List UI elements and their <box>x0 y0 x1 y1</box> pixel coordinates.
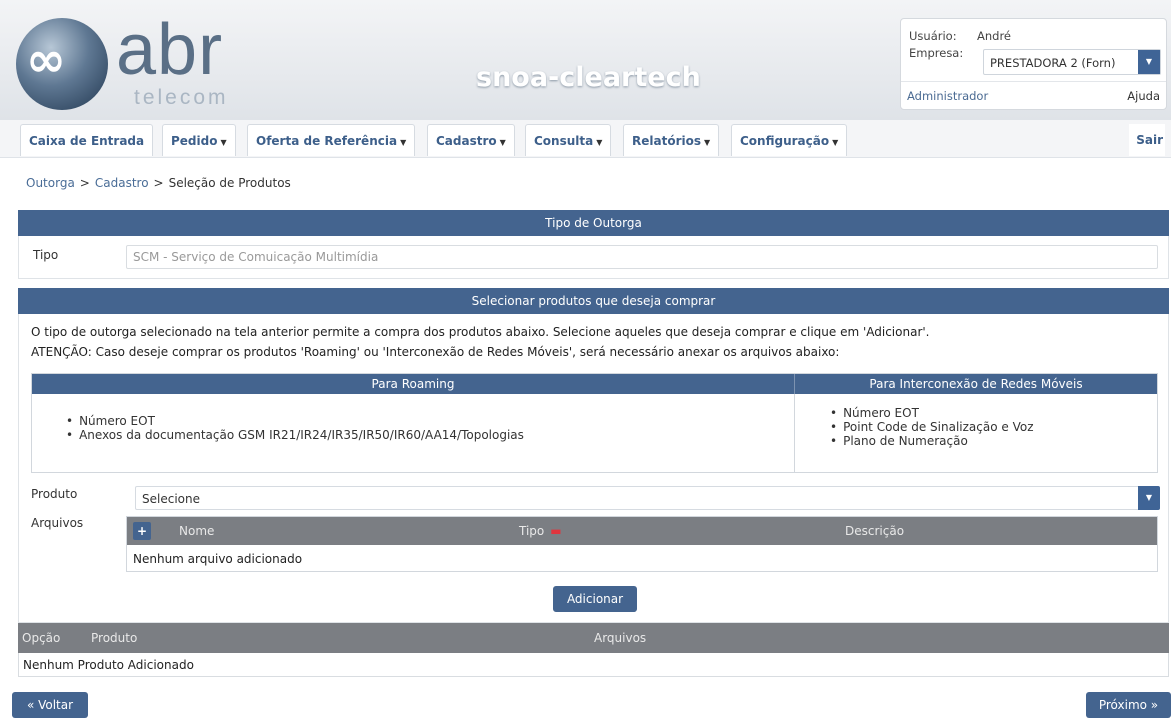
caret-down-icon: ▼ <box>400 138 407 147</box>
infinity-logo-icon: ∞ <box>26 32 66 88</box>
produto-label: Produto <box>31 487 78 501</box>
nav-caixa-de-entrada[interactable]: Caixa de Entrada <box>20 124 154 156</box>
column-tipo: Tipo ▬ <box>519 524 562 538</box>
selecionar-produtos-header: Selecionar produtos que deseja comprar <box>18 288 1169 314</box>
logout-link[interactable]: Sair <box>1129 124 1165 156</box>
requirements-table: Para Roaming Para Interconexão de Redes … <box>31 373 1158 473</box>
breadcrumb-separator: > <box>79 176 90 190</box>
breadcrumb-current: Seleção de Produtos <box>168 176 291 190</box>
breadcrumb-separator: > <box>153 176 164 190</box>
company-label: Empresa: <box>909 46 964 60</box>
main-nav: Caixa de Entrada Pedido ▼ Oferta de Refer… <box>0 120 1171 158</box>
nav-label: Caixa de Entrada <box>29 134 145 148</box>
list-item: Número EOT <box>66 414 524 428</box>
list-item: Point Code de Sinalização e Voz <box>830 420 1033 434</box>
files-empty-message: Nenhum arquivo adicionado <box>133 552 303 566</box>
caret-down-icon: ▼ <box>704 138 711 147</box>
nav-label: Oferta de Referência <box>256 134 398 148</box>
produto-select[interactable]: Selecione ▼ <box>135 486 1160 510</box>
company-select[interactable]: PRESTADORA 2 (Forn) ▼ <box>983 49 1161 75</box>
add-product-button[interactable]: Adicionar <box>553 586 637 612</box>
app-title: snoa-cleartech <box>476 62 701 93</box>
next-button[interactable]: Próximo » <box>1086 692 1171 718</box>
warning-text: ATENÇÃO: Caso deseje comprar os produtos… <box>31 345 840 359</box>
selecionar-produtos-panel: O tipo de outorga selecionado na tela an… <box>18 314 1169 623</box>
app-header: ∞ abr telecom snoa-cleartech Usuário: An… <box>0 0 1171 120</box>
tipo-outorga-header: Tipo de Outorga <box>18 210 1169 236</box>
nav-label: Cadastro <box>436 134 497 148</box>
instruction-text: O tipo de outorga selecionado na tela an… <box>31 325 930 339</box>
nav-label: Relatórios <box>632 134 701 148</box>
nav-label: Configuração <box>740 134 830 148</box>
tipo-outorga-panel: Tipo SCM - Serviço de Comuicação Multimí… <box>18 236 1169 279</box>
list-item: Número EOT <box>830 406 1034 420</box>
user-name: André <box>977 29 1012 43</box>
breadcrumb-cadastro[interactable]: Cadastro <box>95 176 149 190</box>
interconexao-header: Para Interconexão de Redes Móveis <box>794 374 1157 394</box>
files-table-header: + Nome Tipo ▬ Descrição <box>127 517 1157 545</box>
nav-consulta[interactable]: Consulta ▼ <box>525 124 612 156</box>
required-marker-icon: ▬ <box>550 524 562 538</box>
caret-down-icon: ▼ <box>596 138 603 147</box>
nav-relatorios[interactable]: Relatórios ▼ <box>623 124 720 156</box>
list-item: Anexos da documentação GSM IR21/IR24/IR3… <box>66 428 524 442</box>
nav-cadastro[interactable]: Cadastro ▼ <box>427 124 515 156</box>
column-divider <box>794 394 795 472</box>
logo-name: abr <box>116 10 224 90</box>
user-info-box: Usuário: André Empresa: PRESTADORA 2 (Fo… <box>900 18 1167 110</box>
interconexao-list: Número EOT Point Code de Sinalização e V… <box>830 406 1034 448</box>
roaming-header: Para Roaming <box>32 374 794 394</box>
user-label: Usuário: <box>909 29 957 43</box>
tipo-field: SCM - Serviço de Comuicação Multimídia <box>126 245 1158 269</box>
roaming-list: Número EOT Anexos da documentação GSM IR… <box>66 414 524 442</box>
column-nome: Nome <box>179 524 215 538</box>
list-item: Plano de Numeração <box>830 434 1034 448</box>
nav-label: Pedido <box>171 134 218 148</box>
help-link[interactable]: Ajuda <box>1127 89 1160 103</box>
column-arquivos: Arquivos <box>594 631 647 645</box>
nav-pedido[interactable]: Pedido ▼ <box>162 124 236 156</box>
divider <box>901 81 1166 82</box>
column-opcao: Opção <box>22 631 61 645</box>
caret-down-icon: ▼ <box>220 138 227 147</box>
back-button[interactable]: « Voltar <box>12 692 88 718</box>
breadcrumb-outorga[interactable]: Outorga <box>26 176 75 190</box>
produtos-empty-message: Nenhum Produto Adicionado <box>18 653 1169 677</box>
tipo-label: Tipo <box>33 248 59 262</box>
produto-select-value: Selecione <box>142 492 200 506</box>
company-select-value: PRESTADORA 2 (Forn) <box>990 56 1116 70</box>
add-file-button[interactable]: + <box>133 522 151 540</box>
nav-oferta-de-referencia[interactable]: Oferta de Referência ▼ <box>247 124 416 156</box>
breadcrumb: Outorga > Cadastro > Seleção de Produtos <box>26 176 291 190</box>
nav-configuracao[interactable]: Configuração ▼ <box>731 124 848 156</box>
logo-subtitle: telecom <box>134 86 229 109</box>
caret-down-icon: ▼ <box>832 138 839 147</box>
role-link[interactable]: Administrador <box>907 89 988 103</box>
caret-down-icon: ▼ <box>499 138 506 147</box>
chevron-down-icon[interactable]: ▼ <box>1138 50 1160 74</box>
column-descricao: Descrição <box>845 524 905 538</box>
nav-label: Consulta <box>534 134 594 148</box>
arquivos-label: Arquivos <box>31 516 84 530</box>
column-tipo-label: Tipo <box>519 524 545 538</box>
column-produto: Produto <box>91 631 138 645</box>
produtos-table-header: Opção Produto Arquivos <box>18 623 1169 653</box>
files-table: + Nome Tipo ▬ Descrição Nenhum arquivo ad… <box>126 516 1158 572</box>
chevron-down-icon[interactable]: ▼ <box>1138 486 1160 510</box>
